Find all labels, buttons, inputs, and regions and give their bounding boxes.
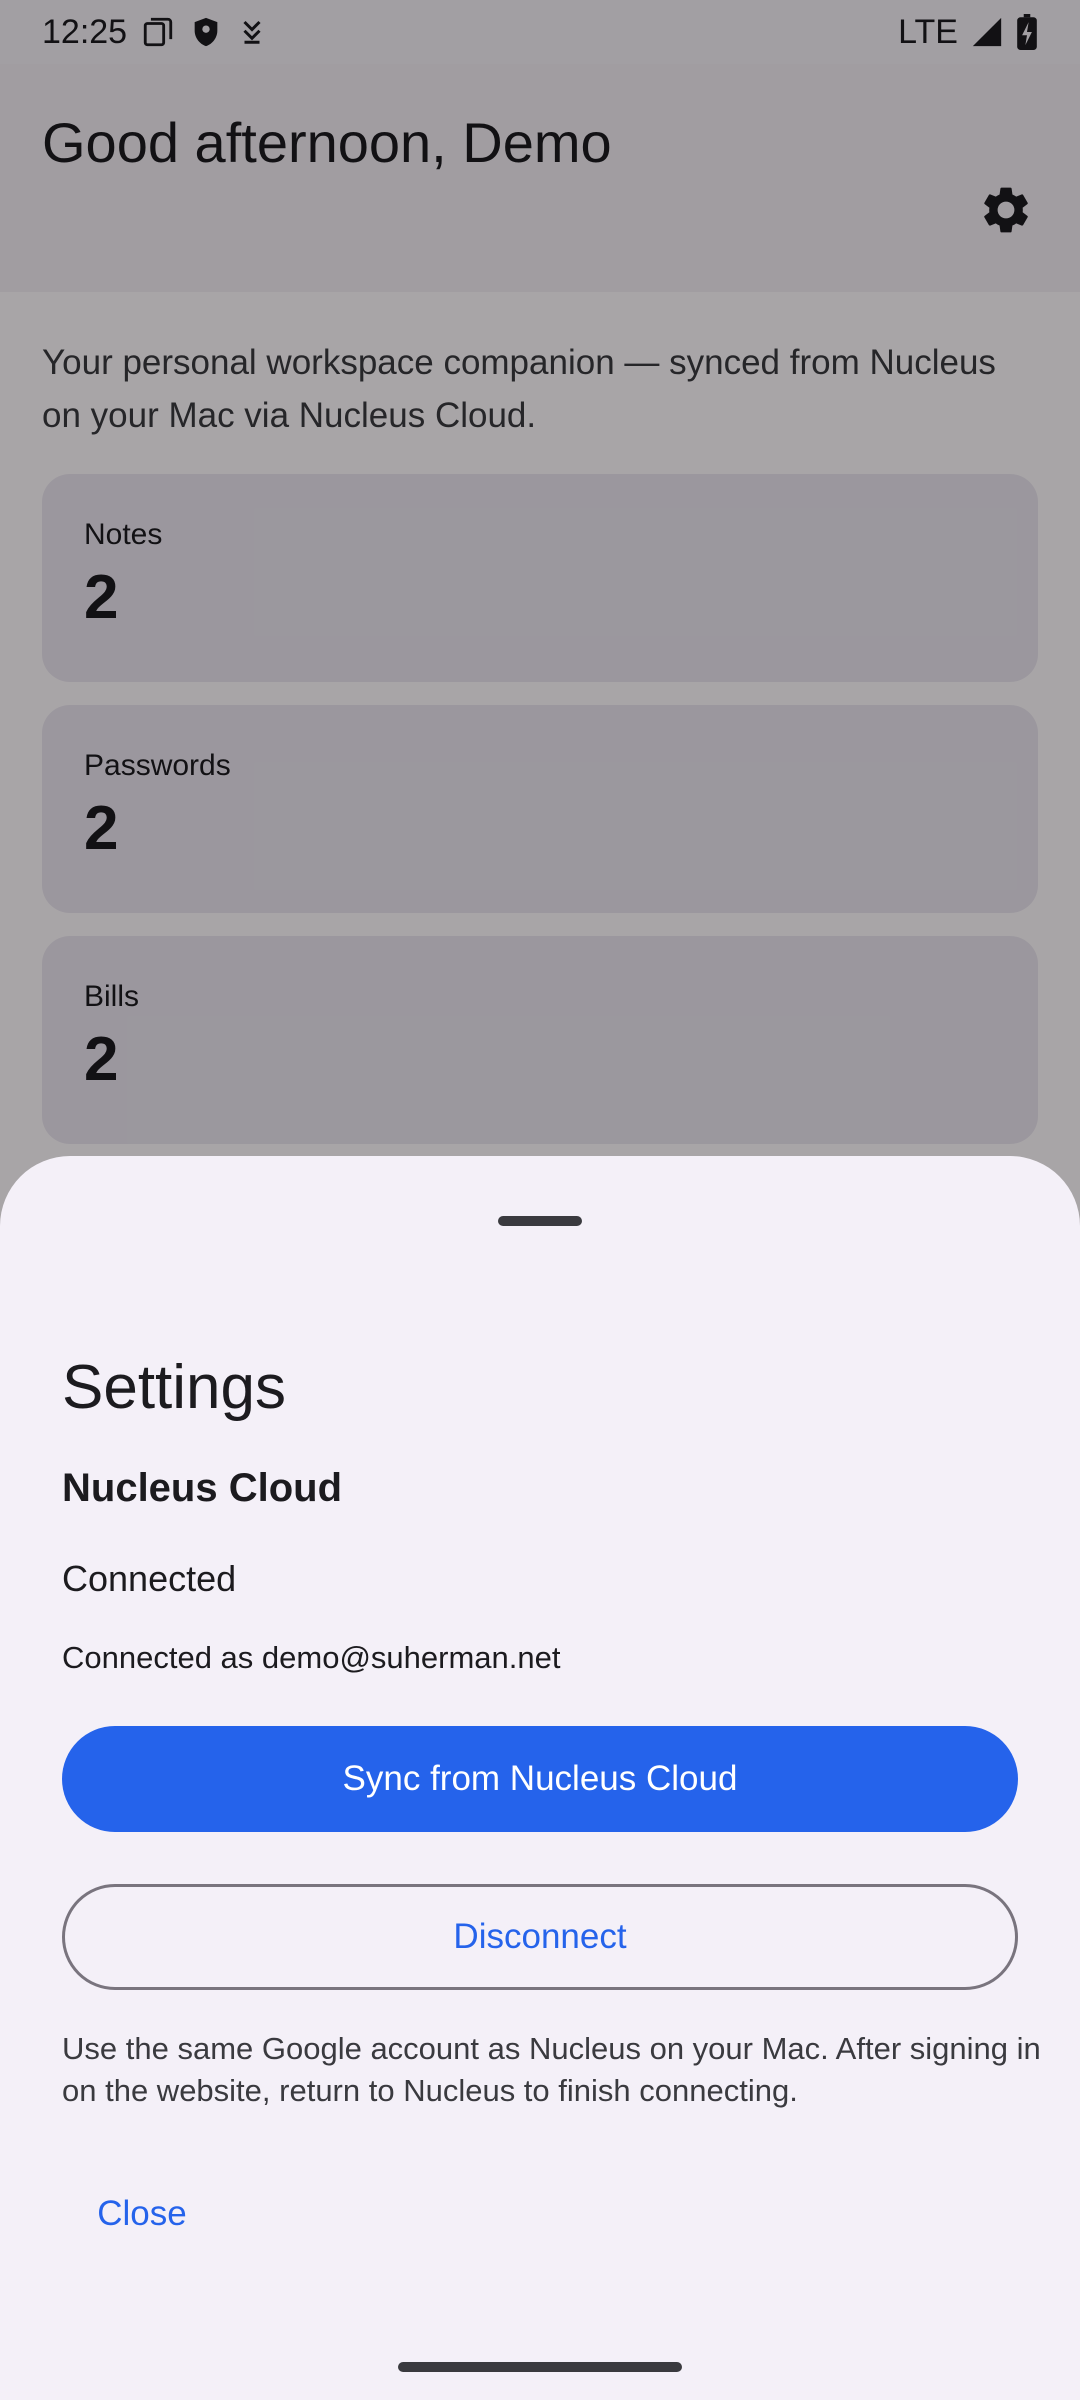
app-screen: 12:25 LTE Good afternoon, Demo Your pers… [0, 0, 1080, 2400]
connected-account: Connected as demo@suherman.net [62, 1640, 561, 1675]
close-button[interactable]: Close [62, 2176, 222, 2252]
help-text: Use the same Google account as Nucleus o… [62, 2031, 1041, 2108]
gesture-nav-bar[interactable] [398, 2362, 682, 2372]
section-title: Nucleus Cloud [62, 1466, 343, 1510]
disconnect-button[interactable]: Disconnect [62, 1884, 1018, 1990]
sheet-title: Settings [62, 1353, 287, 1422]
drag-handle[interactable] [498, 1216, 582, 1226]
sync-button[interactable]: Sync from Nucleus Cloud [62, 1726, 1018, 1832]
settings-bottom-sheet: Settings Nucleus Cloud Connected Connect… [0, 1156, 1080, 2400]
connection-status: Connected [62, 1558, 237, 1599]
